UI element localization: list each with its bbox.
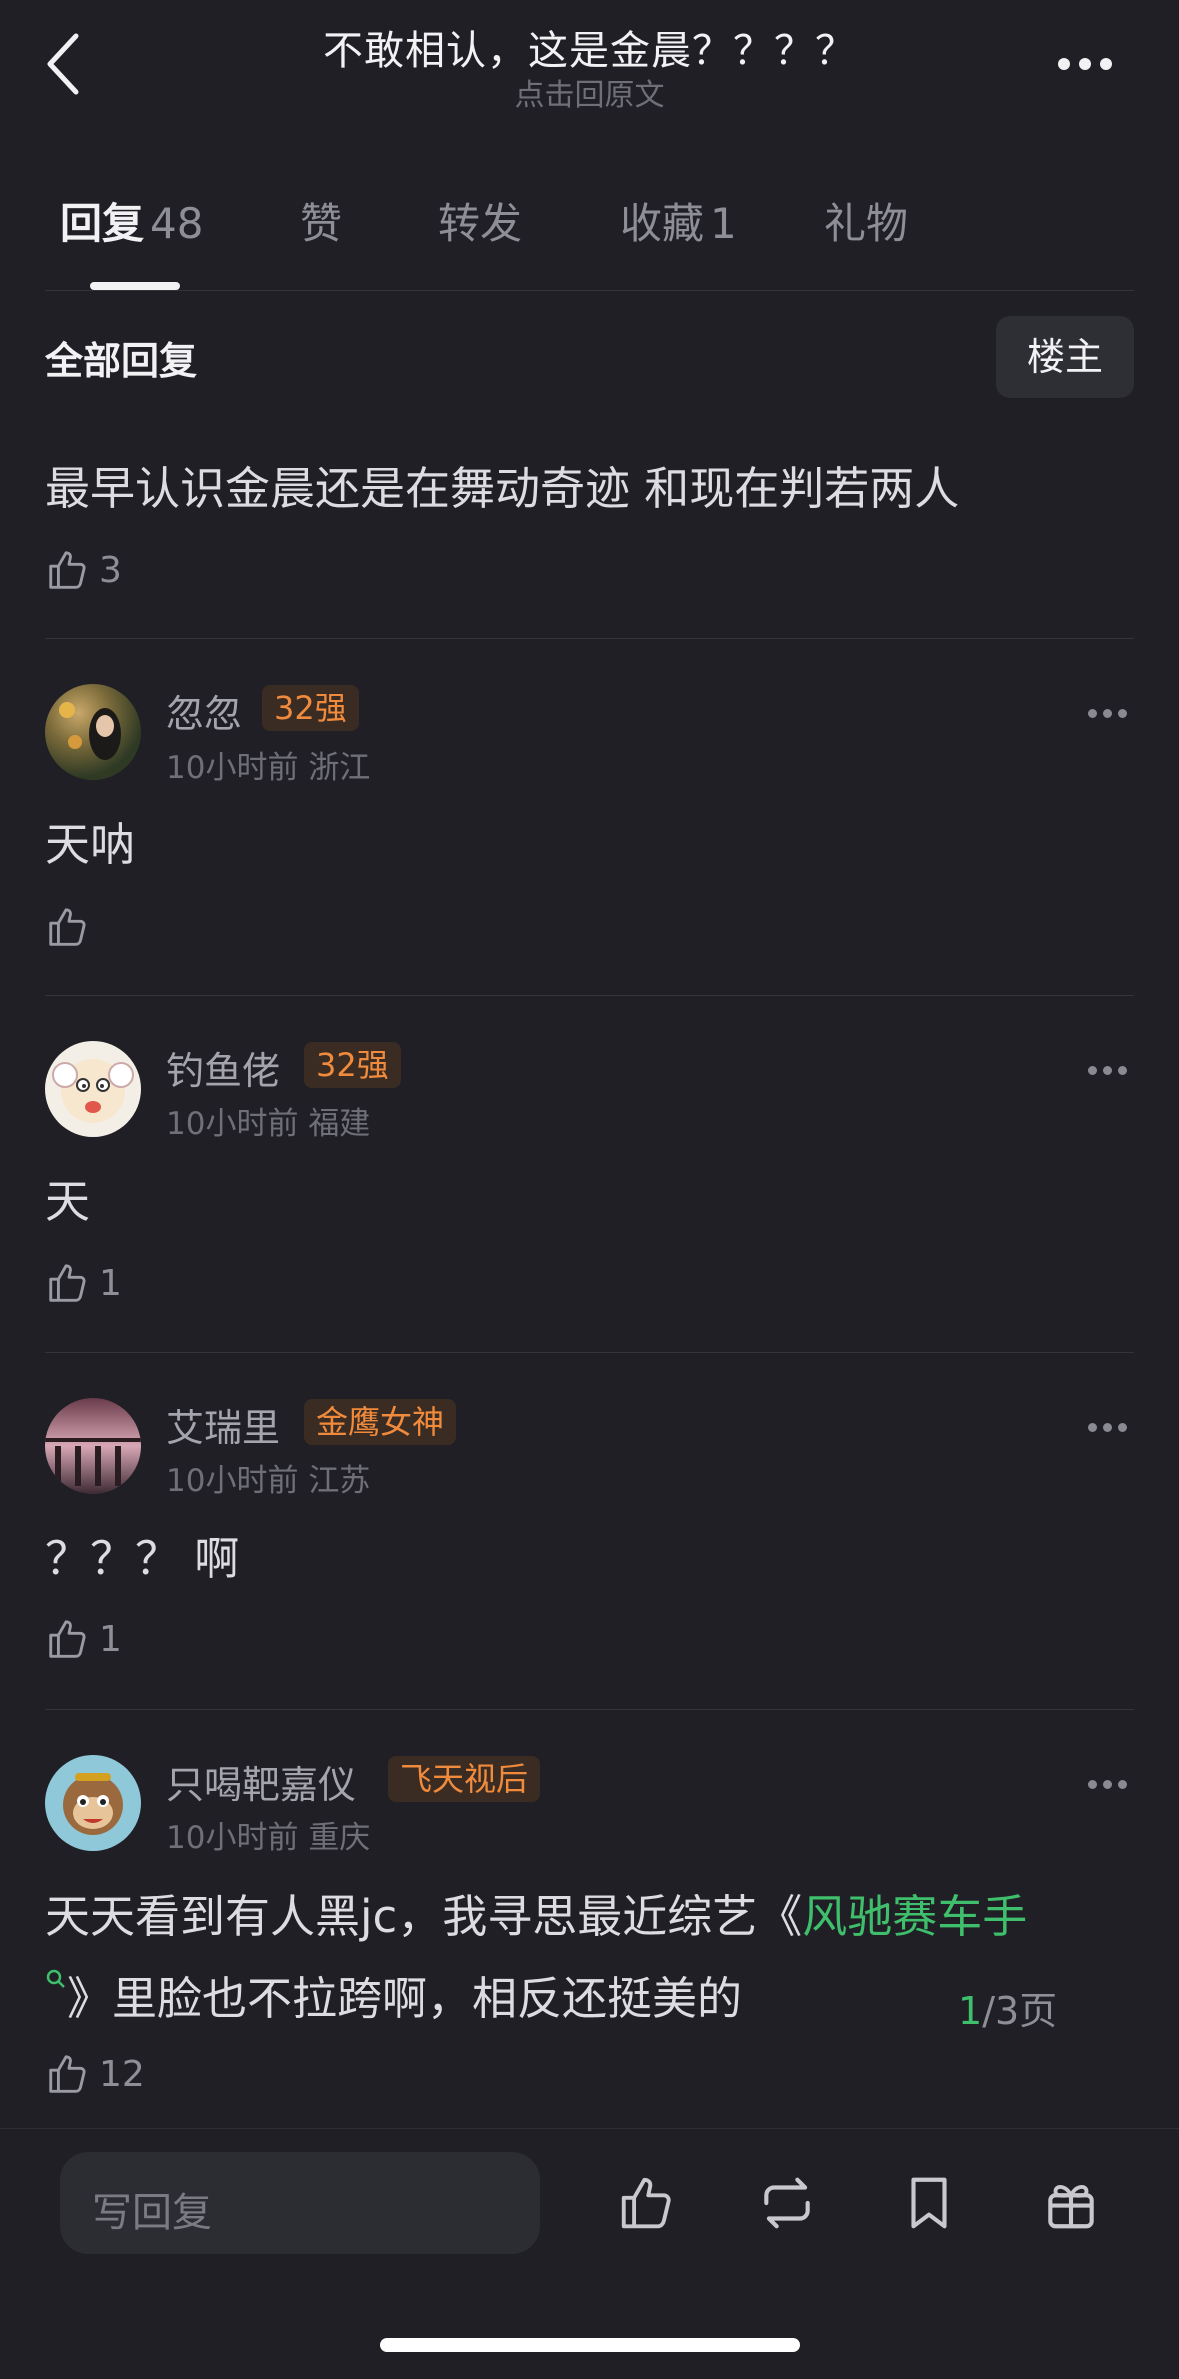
like-button[interactable] [45, 902, 99, 952]
all-replies-filter[interactable]: 全部回复 [45, 330, 197, 385]
divider [45, 290, 1134, 291]
more-icon [1088, 1417, 1133, 1436]
comment-text-line2: 》里脸也不拉跨啊，相反还挺美的 [45, 1962, 742, 2027]
comment-meta: 10小时前 江苏 [166, 1463, 371, 1499]
like-count: 1 [99, 1618, 122, 1660]
divider [45, 995, 1134, 996]
like-button[interactable]: 12 [45, 2049, 145, 2099]
like-button[interactable]: 3 [45, 545, 122, 595]
avatar[interactable] [45, 1041, 141, 1137]
thumb-up-icon [49, 1620, 86, 1658]
username[interactable]: 只喝靶嘉仪 [166, 1754, 356, 1809]
avatar[interactable] [45, 684, 141, 780]
comment-meta: 10小时前 福建 [166, 1106, 371, 1142]
more-options-button[interactable] [1058, 55, 1122, 70]
comment-text: 天呐 [45, 818, 136, 871]
thumb-up-icon [621, 2177, 671, 2229]
tab-favorites[interactable]: 收藏 1 [620, 190, 737, 251]
search-icon [46, 1969, 65, 1988]
tab-reposts[interactable]: 转发 [438, 190, 522, 251]
comment-text: 天 [45, 1175, 91, 1228]
divider [45, 1709, 1134, 1710]
like-button[interactable]: 1 [45, 1614, 122, 1664]
comment-more-button[interactable] [1088, 703, 1134, 718]
post-title: 不敢相认，这是金晨？？？？ [323, 28, 856, 74]
like-count: 1 [99, 1262, 122, 1304]
divider [0, 2128, 1179, 2129]
like-count: 12 [99, 2053, 145, 2095]
thumb-up-icon [49, 1264, 86, 1302]
fan-badge: 金鹰女神 [304, 1399, 457, 1445]
comment-meta: 10小时前 浙江 [166, 750, 371, 786]
thumb-up-icon [49, 908, 86, 946]
username[interactable]: 艾瑞里 [166, 1397, 280, 1452]
tab-gifts[interactable]: 礼物 [824, 190, 908, 251]
thumb-up-icon [49, 2055, 86, 2093]
fan-badge: 32强 [262, 685, 359, 731]
comment-more-button[interactable] [1088, 1417, 1134, 1432]
username[interactable]: 钓鱼佬 [166, 1040, 280, 1095]
like-button[interactable]: 1 [45, 1258, 122, 1308]
fan-badge: 飞天视后 [388, 1756, 541, 1802]
repost-icon [764, 2177, 810, 2229]
tab-bar: 回复 48 赞 转发 收藏 1 礼物 [0, 190, 1179, 260]
reply-placeholder: 写回复 [92, 2190, 212, 2236]
reply-input[interactable]: 写回复 [60, 2152, 540, 2254]
comment-text: ？？？ 啊 [45, 1532, 240, 1585]
topic-link[interactable]: 风驰赛车手 [802, 1890, 1027, 1943]
tab-replies[interactable]: 回复 48 [60, 190, 203, 251]
reply-text: 最早认识金晨还是在舞动奇迹 和现在判若两人 [45, 462, 960, 515]
comment-meta: 10小时前 重庆 [166, 1820, 371, 1856]
like-post-button[interactable] [616, 2172, 678, 2234]
username[interactable]: 忽忽 [166, 683, 242, 738]
fan-badge: 32强 [304, 1042, 401, 1088]
comment-more-button[interactable] [1088, 1060, 1134, 1075]
back-to-original-link[interactable]: 点击回原文 [0, 70, 1179, 114]
page-indicator[interactable]: 1/3页 [958, 1980, 1057, 2035]
more-icon [1088, 703, 1133, 722]
more-icon [1088, 1060, 1133, 1079]
bookmark-button[interactable] [898, 2172, 960, 2234]
avatar[interactable] [45, 1755, 141, 1851]
avatar[interactable] [45, 1398, 141, 1494]
thumb-up-icon [49, 551, 86, 589]
tab-likes[interactable]: 赞 [300, 190, 342, 251]
comment-text: 天天看到有人黑jc，我寻思最近综艺《风驰赛车手 [45, 1890, 1028, 1943]
divider [45, 638, 1134, 639]
gift-button[interactable] [1040, 2172, 1102, 2234]
home-indicator [380, 2338, 800, 2352]
more-icon [1088, 1774, 1133, 1793]
owner-only-button[interactable]: 楼主 [996, 316, 1134, 398]
comment-more-button[interactable] [1088, 1774, 1134, 1789]
divider [45, 1352, 1134, 1353]
bookmark-icon [911, 2177, 947, 2229]
like-count: 3 [99, 549, 122, 591]
active-tab-indicator [90, 282, 180, 290]
more-icon [1058, 55, 1121, 74]
gift-icon [1048, 2185, 1094, 2229]
repost-button[interactable] [756, 2172, 818, 2234]
